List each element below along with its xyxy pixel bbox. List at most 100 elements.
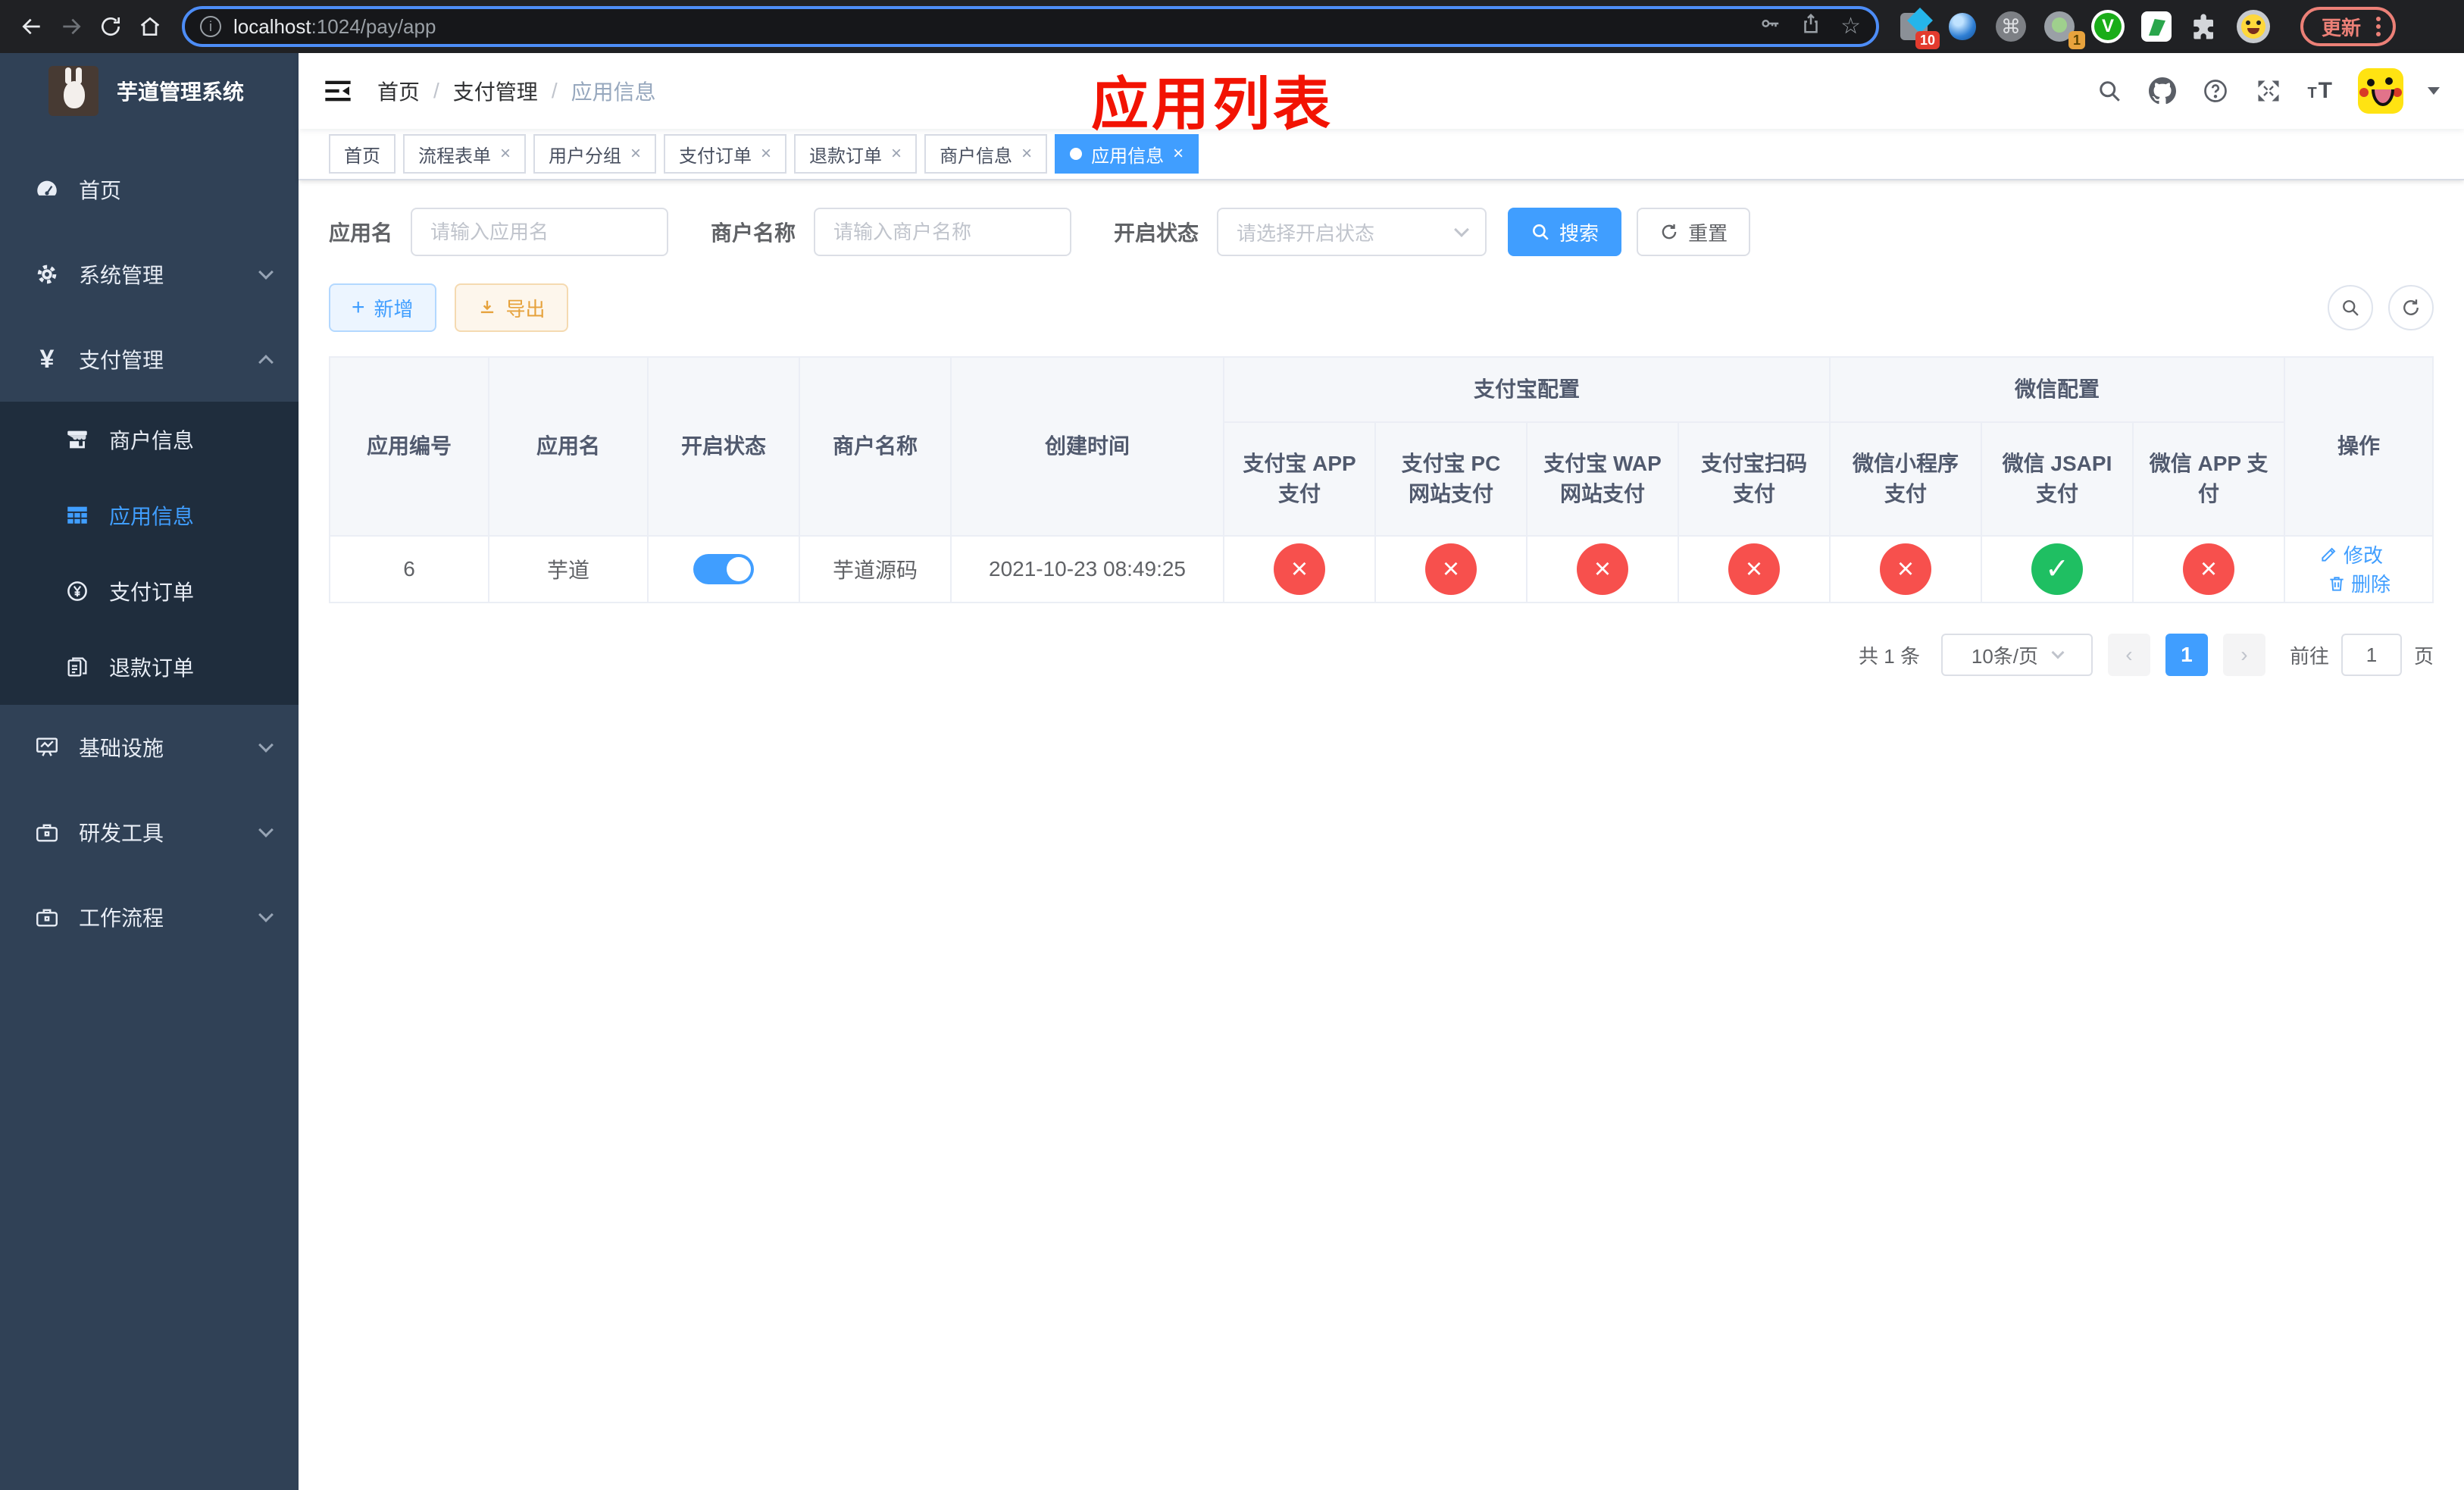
extensions-puzzle-icon[interactable] (2188, 10, 2222, 43)
merchant-name-label: 商户名称 (711, 221, 796, 245)
yen-circle-icon (64, 578, 91, 605)
tab-process-form[interactable]: 流程表单 × (403, 134, 527, 174)
col-wx-app: 微信 APP 支付 (2132, 421, 2286, 537)
col-group-alipay: 支付宝配置 (1222, 356, 1831, 423)
sidebar: 芋道管理系统 首页 系统管理 ¥ 支付管理 商户信息 应用信息 支付订单 退款订… (0, 53, 299, 1490)
close-icon[interactable]: × (761, 145, 771, 163)
browser-forward-icon[interactable] (52, 7, 91, 46)
search-button[interactable]: 搜索 (1508, 208, 1622, 256)
breadcrumb-payment[interactable]: 支付管理 (453, 76, 538, 106)
tab-home[interactable]: 首页 (329, 134, 396, 174)
edit-link[interactable]: 修改 (2319, 540, 2383, 568)
extension-avatar-icon[interactable]: 1 (2043, 10, 2085, 49)
prev-page-button[interactable]: ‹ (2107, 634, 2150, 676)
sidebar-item-merchant-info[interactable]: 商户信息 (0, 402, 299, 477)
address-bar[interactable]: i localhost:1024/pay/app ☆ (182, 6, 1879, 47)
browser-update-button[interactable]: 更新 (2300, 7, 2397, 46)
col-alipay-wap: 支付宝 WAP 网站支付 (1526, 421, 1679, 537)
tab-user-group[interactable]: 用户分组 × (533, 134, 657, 174)
extension-grid-icon[interactable]: 10 (1897, 8, 1940, 49)
browser-home-icon[interactable] (130, 7, 170, 46)
site-info-icon[interactable]: i (200, 16, 221, 37)
chevron-down-icon (258, 822, 274, 837)
col-created: 创建时间 (950, 356, 1224, 537)
page-size-select[interactable]: 10条/页 (1940, 634, 2093, 676)
sidebar-item-infrastructure[interactable]: 基础设施 (0, 705, 299, 790)
export-button[interactable]: 导出 (454, 283, 568, 332)
toggle-search-button[interactable] (2328, 285, 2373, 330)
sidebar-item-app-info[interactable]: 应用信息 (0, 477, 299, 553)
browser-menu-icon[interactable] (2376, 17, 2381, 36)
merchant-name-input[interactable] (814, 208, 1072, 256)
reset-button[interactable]: 重置 (1637, 208, 1751, 256)
payment-submenu: 商户信息 应用信息 支付订单 退款订单 (0, 402, 299, 705)
wx-app-status-icon (2183, 543, 2235, 595)
sidebar-item-system[interactable]: 系统管理 (0, 232, 299, 317)
yen-icon: ¥ (39, 345, 55, 374)
browser-reload-icon[interactable] (91, 7, 130, 46)
close-icon[interactable]: × (891, 145, 902, 163)
goto-page-input[interactable] (2340, 634, 2402, 676)
share-icon[interactable] (1800, 12, 1822, 41)
cell-merchant: 芋道源码 (799, 535, 952, 603)
plus-icon: + (352, 295, 365, 320)
extension-command-icon[interactable]: ⌘ (1994, 10, 2028, 43)
pagination: 共 1 条 10条/页 ‹ 1 › 前往 页 (329, 634, 2434, 676)
close-icon[interactable]: × (1021, 145, 1032, 163)
page-number-button[interactable]: 1 (2165, 634, 2208, 676)
github-icon[interactable] (2148, 77, 2177, 105)
alipay-qr-status-icon (1728, 543, 1780, 595)
trash-icon (2330, 576, 2344, 591)
profile-avatar-icon[interactable] (2237, 10, 2270, 43)
sidebar-item-workflow[interactable]: 工作流程 (0, 875, 299, 959)
sidebar-item-dev-tools[interactable]: 研发工具 (0, 790, 299, 875)
dashboard-icon (33, 176, 61, 203)
user-avatar[interactable] (2358, 68, 2403, 114)
next-page-button[interactable]: › (2222, 634, 2265, 676)
refresh-button[interactable] (2388, 285, 2434, 330)
briefcase-icon (33, 819, 61, 846)
help-icon[interactable] (2201, 77, 2230, 105)
top-navbar: 首页 / 支付管理 / 应用信息 TT (299, 53, 2464, 129)
close-icon[interactable]: × (1173, 145, 1184, 163)
app-logo[interactable]: 芋道管理系统 (0, 53, 299, 129)
sidebar-item-refund-order[interactable]: 退款订单 (0, 629, 299, 705)
sidebar-item-pay-order[interactable]: 支付订单 (0, 553, 299, 629)
browser-back-icon[interactable] (12, 7, 52, 46)
breadcrumb: 首页 / 支付管理 / 应用信息 (377, 76, 656, 106)
cell-app-id: 6 (329, 535, 489, 603)
application-root: i localhost:1024/pay/app ☆ 10 ⌘ 1 V 更新 芋… (0, 0, 2464, 1490)
extension-balloon-icon[interactable] (1946, 10, 1979, 43)
col-merchant: 商户名称 (799, 356, 952, 537)
alipay-pc-status-icon (1425, 543, 1477, 595)
bookmark-star-icon[interactable]: ☆ (1840, 15, 1861, 38)
extension-leaf-icon[interactable] (2140, 10, 2173, 43)
chevron-down-icon (2051, 646, 2065, 659)
add-button[interactable]: + 新增 (329, 283, 436, 332)
close-icon[interactable]: × (630, 145, 641, 163)
col-status: 开启状态 (647, 356, 800, 537)
header-search-icon[interactable] (2095, 77, 2124, 105)
sidebar-collapse-icon[interactable] (323, 76, 353, 106)
password-key-icon[interactable] (1759, 12, 1781, 41)
sidebar-item-home[interactable]: 首页 (0, 147, 299, 232)
table-toolbar: + 新增 导出 (329, 283, 2434, 332)
font-size-icon[interactable]: TT (2307, 78, 2334, 104)
wx-mini-status-icon (1880, 543, 1932, 595)
sidebar-item-payment[interactable]: ¥ 支付管理 (0, 317, 299, 402)
tab-pay-order[interactable]: 支付订单 × (664, 134, 787, 174)
delete-link[interactable]: 删除 (2327, 569, 2391, 597)
briefcase-icon (33, 903, 61, 931)
close-icon[interactable]: × (500, 145, 511, 163)
enabled-toggle[interactable] (693, 554, 754, 584)
app-name-input[interactable] (411, 208, 669, 256)
tab-merchant-info[interactable]: 商户信息 × (924, 134, 1048, 174)
fullscreen-icon[interactable] (2254, 77, 2283, 105)
extension-v-icon[interactable] (2091, 10, 2125, 43)
breadcrumb-home[interactable]: 首页 (377, 76, 420, 106)
tab-refund-order[interactable]: 退款订单 × (794, 134, 918, 174)
avatar-caret-icon[interactable] (2428, 87, 2440, 95)
status-select[interactable]: 请选择开启状态 (1217, 208, 1487, 256)
col-actions: 操作 (2284, 356, 2434, 537)
chevron-up-icon (258, 355, 274, 370)
